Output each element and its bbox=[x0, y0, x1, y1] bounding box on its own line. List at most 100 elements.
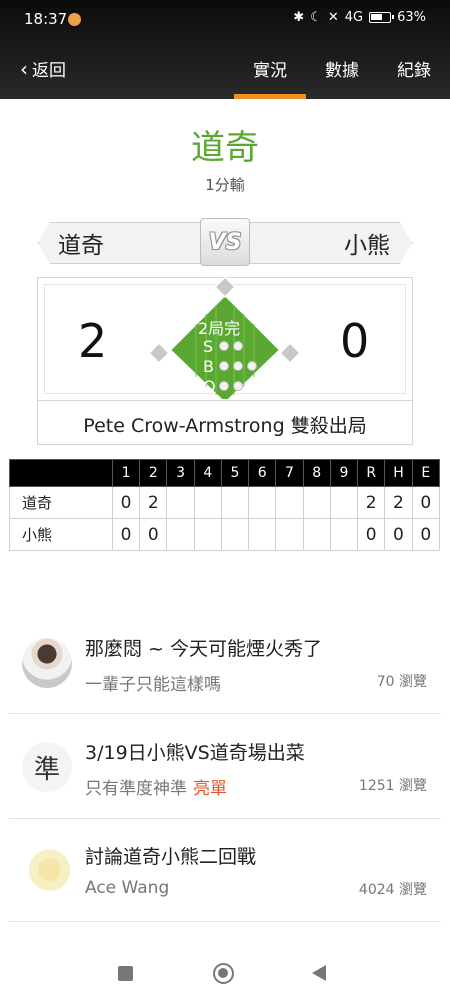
signal-4g-icon: 4G bbox=[344, 10, 364, 25]
play-divider bbox=[38, 400, 412, 401]
away-team-name: 小熊 bbox=[344, 233, 390, 259]
zhun-character-avatar: 準 bbox=[22, 742, 72, 792]
post-views: 70 瀏覽 bbox=[376, 674, 427, 690]
user-photo-avatar bbox=[22, 638, 72, 688]
score-cell bbox=[275, 486, 304, 519]
status-time: 18:37 bbox=[24, 10, 68, 28]
runs-header: R bbox=[357, 459, 386, 487]
row-team: 道奇 bbox=[9, 486, 113, 519]
linescore-table: 1 2 3 4 5 6 7 8 9 R H E 道奇 0 2 2 2 0 小熊 … bbox=[9, 459, 441, 551]
moon-icon: ☾ bbox=[310, 10, 322, 25]
post-subtitle: 只有準度神準 亮單 bbox=[85, 774, 227, 799]
winning-team: 道奇 bbox=[191, 128, 259, 168]
score-cell bbox=[302, 518, 331, 551]
ball-dot bbox=[247, 361, 257, 371]
vs-badge: VS bbox=[200, 218, 250, 266]
inning-header: 5 bbox=[220, 459, 250, 487]
post-title: 3/19日小熊VS道奇場出菜 bbox=[85, 742, 305, 764]
table-row: 小熊 0 0 0 0 0 bbox=[9, 518, 441, 551]
status-bar: 18:37 ✱ ☾ ✕ 4G 63% bbox=[0, 0, 450, 38]
score-cell bbox=[166, 486, 195, 519]
home-team-name: 道奇 bbox=[58, 233, 104, 259]
first-base-icon bbox=[279, 342, 301, 364]
yellow-dragon-avatar bbox=[22, 845, 72, 895]
back-button[interactable]: ‹ 返回 bbox=[20, 56, 66, 82]
nav-bar: ‹ 返回 實況 數據 紀錄 bbox=[0, 44, 450, 99]
score-cell: 2 bbox=[357, 486, 386, 519]
back-icon[interactable] bbox=[312, 965, 326, 981]
ball-dot bbox=[219, 361, 229, 371]
score-cell: 0 bbox=[111, 486, 141, 519]
bluetooth-icon: ✱ bbox=[293, 10, 305, 25]
inning-header: 8 bbox=[302, 459, 331, 487]
result-margin: 1分輸 bbox=[205, 176, 245, 194]
linescore-header: 1 2 3 4 5 6 7 8 9 R H E bbox=[9, 459, 441, 487]
out-dot bbox=[233, 381, 243, 391]
strike-label: S bbox=[203, 337, 214, 356]
chevron-left-icon: ‹ bbox=[20, 56, 28, 81]
recents-icon[interactable] bbox=[118, 966, 133, 981]
ball-dot bbox=[233, 361, 243, 371]
ball-label: B bbox=[203, 357, 214, 376]
home-score: 2 bbox=[78, 314, 108, 368]
last-play: Pete Crow-Armstrong 雙殺出局 bbox=[83, 415, 367, 437]
divider bbox=[9, 921, 441, 922]
score-cell: 0 bbox=[411, 518, 441, 551]
post-item[interactable]: 那麼悶 ~ 今天可能煙火秀了 一輩子只能這樣嗎 70 瀏覽 bbox=[9, 610, 441, 714]
battery-icon bbox=[369, 12, 395, 23]
inning-header: 2 bbox=[139, 459, 168, 487]
score-cell: 2 bbox=[139, 486, 168, 519]
post-title: 那麼悶 ~ 今天可能煙火秀了 bbox=[85, 638, 322, 660]
table-row: 道奇 0 2 2 2 0 bbox=[9, 486, 441, 519]
post-views: 4024 瀏覽 bbox=[358, 882, 427, 898]
status-icons: ✱ ☾ ✕ 4G 63% bbox=[293, 10, 426, 25]
post-subtitle-text: 只有準度神準 bbox=[85, 779, 187, 799]
post-views: 1251 瀏覽 bbox=[358, 778, 427, 794]
score-cell: 2 bbox=[384, 486, 413, 519]
inning-header: 3 bbox=[166, 459, 195, 487]
battery-percent: 63% bbox=[397, 10, 426, 25]
post-subtitle: Ace Wang bbox=[85, 878, 170, 898]
mute-icon: ✕ bbox=[327, 10, 339, 25]
second-base-icon bbox=[214, 277, 236, 298]
row-team: 小熊 bbox=[9, 518, 113, 551]
inning-header: 4 bbox=[193, 459, 222, 487]
active-tab-indicator bbox=[234, 94, 306, 99]
inning-status: 2局完 bbox=[198, 319, 241, 338]
inning-header: 6 bbox=[248, 459, 277, 487]
score-cell: 0 bbox=[111, 518, 141, 551]
score-cell: 0 bbox=[357, 518, 386, 551]
strike-dot bbox=[233, 341, 243, 351]
score-cell: 0 bbox=[139, 518, 168, 551]
out-dot bbox=[219, 381, 229, 391]
score-cell bbox=[302, 486, 331, 519]
post-title: 討論道奇小熊二回戰 bbox=[85, 846, 257, 868]
out-label: O bbox=[203, 377, 216, 396]
third-base-icon bbox=[148, 342, 170, 364]
score-cell bbox=[193, 518, 222, 551]
score-cell bbox=[220, 486, 250, 519]
score-cell bbox=[329, 518, 359, 551]
linescore-corner bbox=[9, 459, 113, 487]
inning-header: 1 bbox=[111, 459, 141, 487]
home-icon[interactable] bbox=[213, 963, 234, 984]
post-item[interactable]: 準 3/19日小熊VS道奇場出菜 只有準度神準 亮單 1251 瀏覽 bbox=[9, 713, 441, 817]
score-cell bbox=[220, 518, 250, 551]
tab-stats[interactable]: 數據 bbox=[325, 56, 359, 81]
tab-record[interactable]: 紀錄 bbox=[397, 56, 431, 81]
app-header: 18:37 ✱ ☾ ✕ 4G 63% ‹ 返回 實況 數據 紀錄 bbox=[0, 0, 450, 99]
post-item[interactable]: 討論道奇小熊二回戰 Ace Wang 4024 瀏覽 bbox=[9, 818, 441, 922]
score-cell bbox=[275, 518, 304, 551]
notification-icon bbox=[68, 13, 81, 26]
strike-dot bbox=[219, 341, 229, 351]
score-cell bbox=[329, 486, 359, 519]
tab-live[interactable]: 實況 bbox=[253, 56, 287, 81]
inning-header: 7 bbox=[275, 459, 304, 487]
score-cell bbox=[193, 486, 222, 519]
hits-header: H bbox=[384, 459, 413, 487]
errors-header: E bbox=[411, 459, 441, 487]
inning-header: 9 bbox=[329, 459, 359, 487]
score-cell bbox=[248, 518, 277, 551]
avatar-text: 準 bbox=[33, 754, 60, 785]
post-tag: 亮單 bbox=[193, 779, 227, 799]
